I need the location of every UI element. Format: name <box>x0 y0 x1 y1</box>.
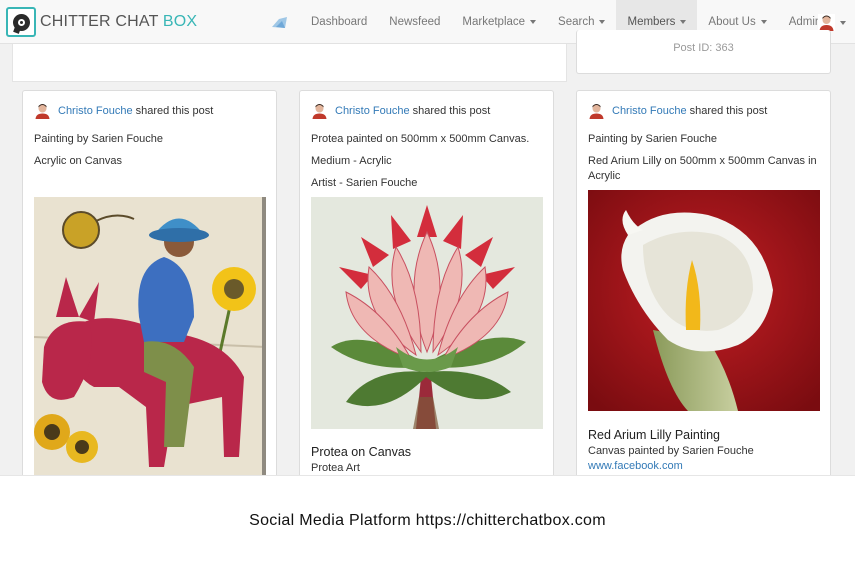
post-subtitle: Canvas painted by Sarien Fouche <box>588 445 754 457</box>
caret-down-icon <box>680 20 687 24</box>
post-line: Medium - Acrylic <box>311 155 392 167</box>
donkey-rider-painting[interactable] <box>34 197 266 475</box>
post-text: Protea painted on 500mm x 500mm Canvas. … <box>311 132 543 198</box>
arum-lily-painting[interactable] <box>588 190 820 411</box>
post-title[interactable]: Protea on Canvas <box>311 445 543 459</box>
post-action: shared this post <box>689 104 768 117</box>
post-id: Post ID: 363 <box>673 42 734 54</box>
post-line: Protea painted on 500mm x 500mm Canvas. <box>311 133 530 145</box>
brand-name: CHITTER CHAT BOX <box>40 13 198 30</box>
post-line: Acrylic on Canvas <box>34 155 123 167</box>
caption: Social Media Platform https://chittercha… <box>249 512 606 529</box>
post-header: Christo Fouche shared this post <box>311 102 490 119</box>
post-text: Painting by Sarien Fouche Acrylic on Can… <box>34 132 266 176</box>
nav-dashboard[interactable]: Dashboard <box>300 0 378 44</box>
previous-card-strip <box>12 44 567 82</box>
user-link[interactable]: Christo Fouche <box>335 105 410 117</box>
post-link[interactable]: www.facebook.com <box>588 460 820 472</box>
user-menu[interactable] <box>818 14 846 31</box>
caret-down-icon <box>760 20 767 24</box>
post-footer: Red Arium Lilly Painting Canvas painted … <box>588 428 820 472</box>
nav-newsfeed[interactable]: Newsfeed <box>378 0 451 44</box>
screenshot: CHITTER CHAT BOX Dashboard Newsfeed Mark… <box>0 0 855 476</box>
protea-painting[interactable] <box>311 197 543 429</box>
avatar <box>818 14 835 31</box>
post-action: shared this post <box>412 104 491 117</box>
post-card: Christo Fouche shared this post Painting… <box>576 90 831 475</box>
user-link[interactable]: Christo Fouche <box>58 105 133 117</box>
post-header: Christo Fouche shared this post <box>34 102 213 119</box>
post-footer: Protea on Canvas Protea Art <box>311 445 543 475</box>
post-line: Red Arium Lilly on 500mm x 500mm Canvas … <box>588 155 817 182</box>
caret-down-icon <box>530 20 537 24</box>
brand[interactable]: CHITTER CHAT BOX <box>6 7 197 37</box>
previous-post-card: Post ID: 363 <box>576 30 831 74</box>
avatar[interactable] <box>588 102 605 119</box>
nav-marketplace[interactable]: Marketplace <box>451 0 547 44</box>
post-card: Christo Fouche shared this post Painting… <box>22 90 277 475</box>
avatar[interactable] <box>34 102 51 119</box>
post-action: shared this post <box>135 104 214 117</box>
post-header: Christo Fouche shared this post <box>588 102 767 119</box>
caret-down-icon <box>840 20 846 25</box>
user-link[interactable]: Christo Fouche <box>612 105 687 117</box>
post-line: Artist - Sarien Fouche <box>311 177 418 189</box>
avatar[interactable] <box>311 102 328 119</box>
chat-logo-icon <box>6 7 36 37</box>
post-line: Painting by Sarien Fouche <box>34 133 164 145</box>
post-subtitle: Protea Art <box>311 462 360 474</box>
flag-icon[interactable] <box>270 15 289 30</box>
post-title[interactable]: Red Arium Lilly Painting <box>588 428 820 442</box>
post-line: Painting by Sarien Fouche <box>588 133 718 145</box>
post-card: Christo Fouche shared this post Protea p… <box>299 90 554 475</box>
post-text: Painting by Sarien Fouche Red Arium Lill… <box>588 132 820 191</box>
caret-down-icon <box>599 20 606 24</box>
